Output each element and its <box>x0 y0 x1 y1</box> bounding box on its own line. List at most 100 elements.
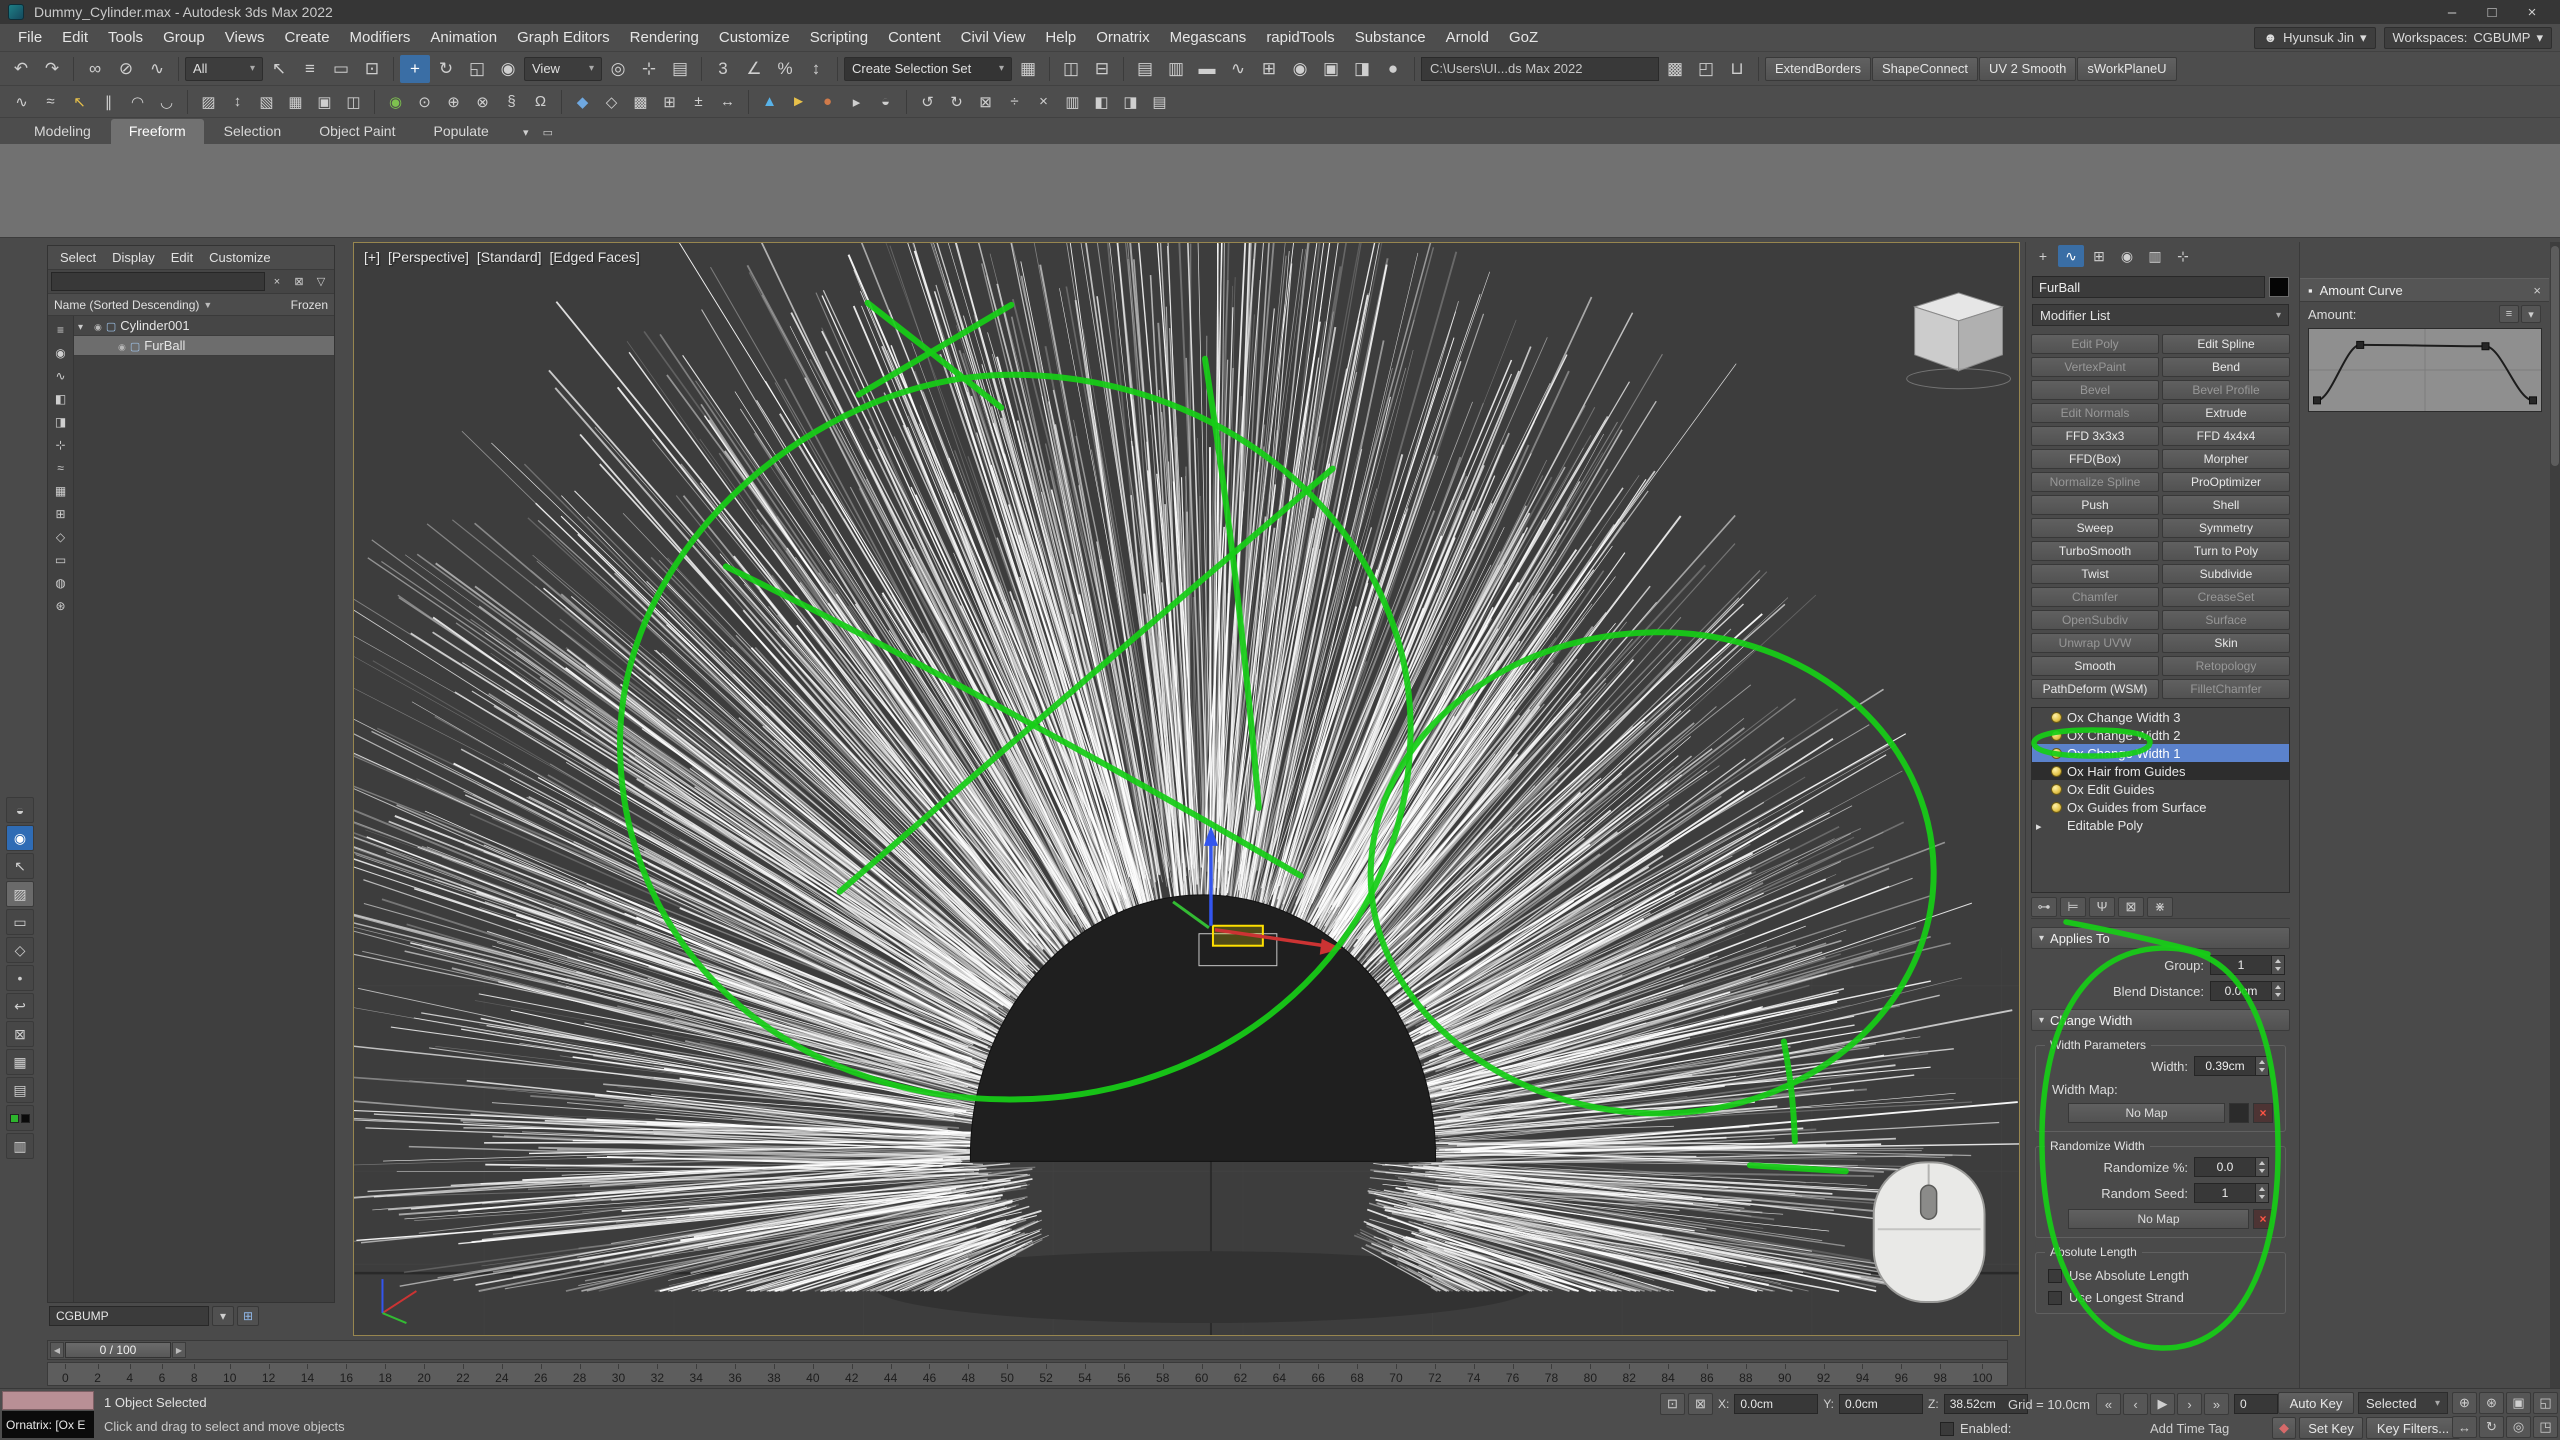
modifier-button[interactable]: FFD(Box) <box>2031 449 2159 469</box>
timeline-tick[interactable]: 66 <box>1312 1363 1325 1385</box>
ox-strand-symmetry-icon[interactable]: ◫ <box>340 89 367 115</box>
toggle-ribbon-icon[interactable]: ▬ <box>1192 55 1222 83</box>
timeline-tick[interactable]: 90 <box>1778 1363 1791 1385</box>
preset-dropdown-icon[interactable]: ▾ <box>212 1306 234 1326</box>
modifier-button[interactable]: Normalize Spline <box>2031 472 2159 492</box>
timeline-tick[interactable]: 30 <box>612 1363 625 1385</box>
select-and-move-icon[interactable]: + <box>400 55 430 83</box>
perspective-viewport[interactable]: [+][Perspective][Standard][Edged Faces] <box>353 242 2020 1336</box>
timeline-tick[interactable]: 60 <box>1195 1363 1208 1385</box>
modifier-stack-item[interactable]: Editable Poly <box>2032 816 2289 834</box>
modifier-button[interactable]: OpenSubdiv <box>2031 610 2159 630</box>
enabled-checkbox[interactable] <box>1940 1422 1954 1436</box>
menu-item[interactable]: Group <box>153 25 215 50</box>
scene-explorer-menu-item[interactable]: Customize <box>201 247 278 268</box>
modifier-button[interactable]: Unwrap UVW <box>2031 633 2159 653</box>
ox-transfer-icon[interactable]: ↔ <box>714 89 741 115</box>
ox-strand-multiplier-icon[interactable]: ⊕ <box>440 89 467 115</box>
menu-item[interactable]: Edit <box>52 25 98 50</box>
timeline-tick[interactable]: 72 <box>1428 1363 1441 1385</box>
motion-tab-icon[interactable]: ◉ <box>2114 245 2140 267</box>
menu-item[interactable]: Graph Editors <box>507 25 620 50</box>
ox-strand-frizz-icon[interactable]: ▨ <box>195 89 222 115</box>
timeline-tick[interactable]: 14 <box>301 1363 314 1385</box>
ox-resolve-icon[interactable]: ± <box>685 89 712 115</box>
zoom-all-icon[interactable]: ⊛ <box>2479 1392 2504 1414</box>
maximize-button[interactable]: □ <box>2472 1 2512 23</box>
x-coordinate-field[interactable] <box>1734 1394 1818 1414</box>
material-editor-icon[interactable]: ◉ <box>1285 55 1315 83</box>
group-spinner[interactable]: 1 <box>2210 955 2285 975</box>
substance-icon[interactable]: ● <box>814 89 841 115</box>
rendered-frame-window-icon[interactable]: ◨ <box>1347 55 1377 83</box>
modifier-visibility-icon[interactable] <box>2051 802 2062 813</box>
zoom-extents-icon[interactable]: ▣ <box>2506 1392 2531 1414</box>
timeline-tick[interactable]: 56 <box>1117 1363 1130 1385</box>
timeline-tick[interactable]: 42 <box>845 1363 858 1385</box>
timeline-tick[interactable]: 22 <box>456 1363 469 1385</box>
modifier-stack-item[interactable]: Ox Change Width 1 <box>2032 744 2289 762</box>
explorer-display-frozen-icon[interactable]: ⊛ <box>50 594 72 617</box>
macro-recorder-field[interactable] <box>2 1391 94 1410</box>
menu-item[interactable]: GoZ <box>1499 25 1548 50</box>
ox-strand-detail-icon[interactable]: ▧ <box>253 89 280 115</box>
ox-hair-clustering-icon[interactable]: ◠ <box>124 89 151 115</box>
undo-icon[interactable]: ↶ <box>6 55 36 83</box>
modifier-button[interactable]: Sweep <box>2031 518 2159 538</box>
ox-guides-from-surface-icon[interactable]: ∿ <box>8 89 35 115</box>
timeline-tick[interactable]: 76 <box>1506 1363 1519 1385</box>
explorer-display-xrefs-icon[interactable]: ⊞ <box>50 502 72 525</box>
modifier-button[interactable]: Subdivide <box>2162 564 2290 584</box>
applies-to-rollout-header[interactable]: Applies To <box>2031 927 2290 949</box>
scene-explorer-menu-item[interactable]: Display <box>104 247 163 268</box>
absolute-mode-icon[interactable]: ⊡ <box>1660 1393 1685 1415</box>
ox-surface-comb-icon[interactable]: ∥ <box>95 89 122 115</box>
add-time-tag[interactable]: Add Time Tag <box>2150 1421 2229 1436</box>
script-record-icon[interactable]: ↻ <box>943 89 970 115</box>
curve-collapse-icon[interactable]: ▾ <box>2521 305 2541 323</box>
configure-modifier-sets-icon[interactable]: ⋇ <box>2147 897 2173 917</box>
show-end-result-icon[interactable]: ⊨ <box>2060 897 2086 917</box>
window-crossing-icon[interactable]: ⊡ <box>357 55 387 83</box>
modifier-button[interactable]: Smooth <box>2031 656 2159 676</box>
user-account-menu[interactable]: ☻ Hyunsuk Jin ▾ <box>2254 27 2375 49</box>
timeline-tick[interactable]: 28 <box>573 1363 586 1385</box>
layers-icon[interactable]: ▥ <box>1059 89 1086 115</box>
pin-stack-icon[interactable]: ⊶ <box>2031 897 2057 917</box>
ox-grooms-icon[interactable]: ▩ <box>627 89 654 115</box>
clear-search-icon[interactable]: × <box>267 272 287 291</box>
select-by-name-icon[interactable]: ≡ <box>295 55 325 83</box>
randomize-percent-spinner[interactable]: 0.0 <box>2194 1157 2269 1177</box>
project-folder-field[interactable]: C:\Users\UI...ds Max 2022 <box>1421 57 1659 81</box>
paint-icon[interactable]: × <box>1030 89 1057 115</box>
blend-distance-spinner[interactable]: 0.0cm <box>2210 981 2285 1001</box>
width-spinner[interactable]: 0.39cm <box>2194 1056 2269 1076</box>
render-production-icon[interactable]: ● <box>1378 55 1408 83</box>
ox-collision-icon[interactable]: ◇ <box>598 89 625 115</box>
ox-strand-propagation-icon[interactable]: ⊗ <box>469 89 496 115</box>
timeline-tick[interactable]: 24 <box>495 1363 508 1385</box>
modifier-button[interactable]: TurboSmooth <box>2031 541 2159 561</box>
scene-explorer-menu-item[interactable]: Edit <box>163 247 201 268</box>
create-tab-icon[interactable]: + <box>2030 245 2056 267</box>
open-explorer-icon[interactable]: ◰ <box>1691 55 1721 83</box>
modifier-stack-item[interactable]: Ox Guides from Surface <box>2032 798 2289 816</box>
modifier-button[interactable]: Push <box>2031 495 2159 515</box>
timeline-tick[interactable]: 74 <box>1467 1363 1480 1385</box>
ox-undo-icon[interactable]: ↩ <box>6 993 34 1019</box>
uv-2-smooth-button[interactable]: UV 2 Smooth <box>1979 57 2076 81</box>
timeline-tick[interactable]: 20 <box>417 1363 430 1385</box>
selection-lock-toggle-icon[interactable]: ⊠ <box>1688 1393 1713 1415</box>
modifier-button[interactable]: Turn to Poly <box>2162 541 2290 561</box>
clear-map-icon[interactable]: × <box>2253 1209 2273 1229</box>
cameras-icon[interactable]: ◨ <box>1117 89 1144 115</box>
time-slider-next-icon[interactable]: ▶ <box>172 1342 186 1358</box>
timeline-tick[interactable]: 16 <box>340 1363 353 1385</box>
timeline-tick[interactable]: 46 <box>923 1363 936 1385</box>
megascans-icon[interactable]: ▲ <box>756 89 783 115</box>
set-key-button[interactable]: Set Key <box>2299 1417 2363 1439</box>
menu-item[interactable]: Tools <box>98 25 153 50</box>
ox-strand-length-icon[interactable]: ↕ <box>224 89 251 115</box>
workspaces-dropdown[interactable]: Workspaces: CGBUMP ▾ <box>2384 27 2553 49</box>
change-width-rollout-header[interactable]: Change Width <box>2031 1009 2290 1031</box>
